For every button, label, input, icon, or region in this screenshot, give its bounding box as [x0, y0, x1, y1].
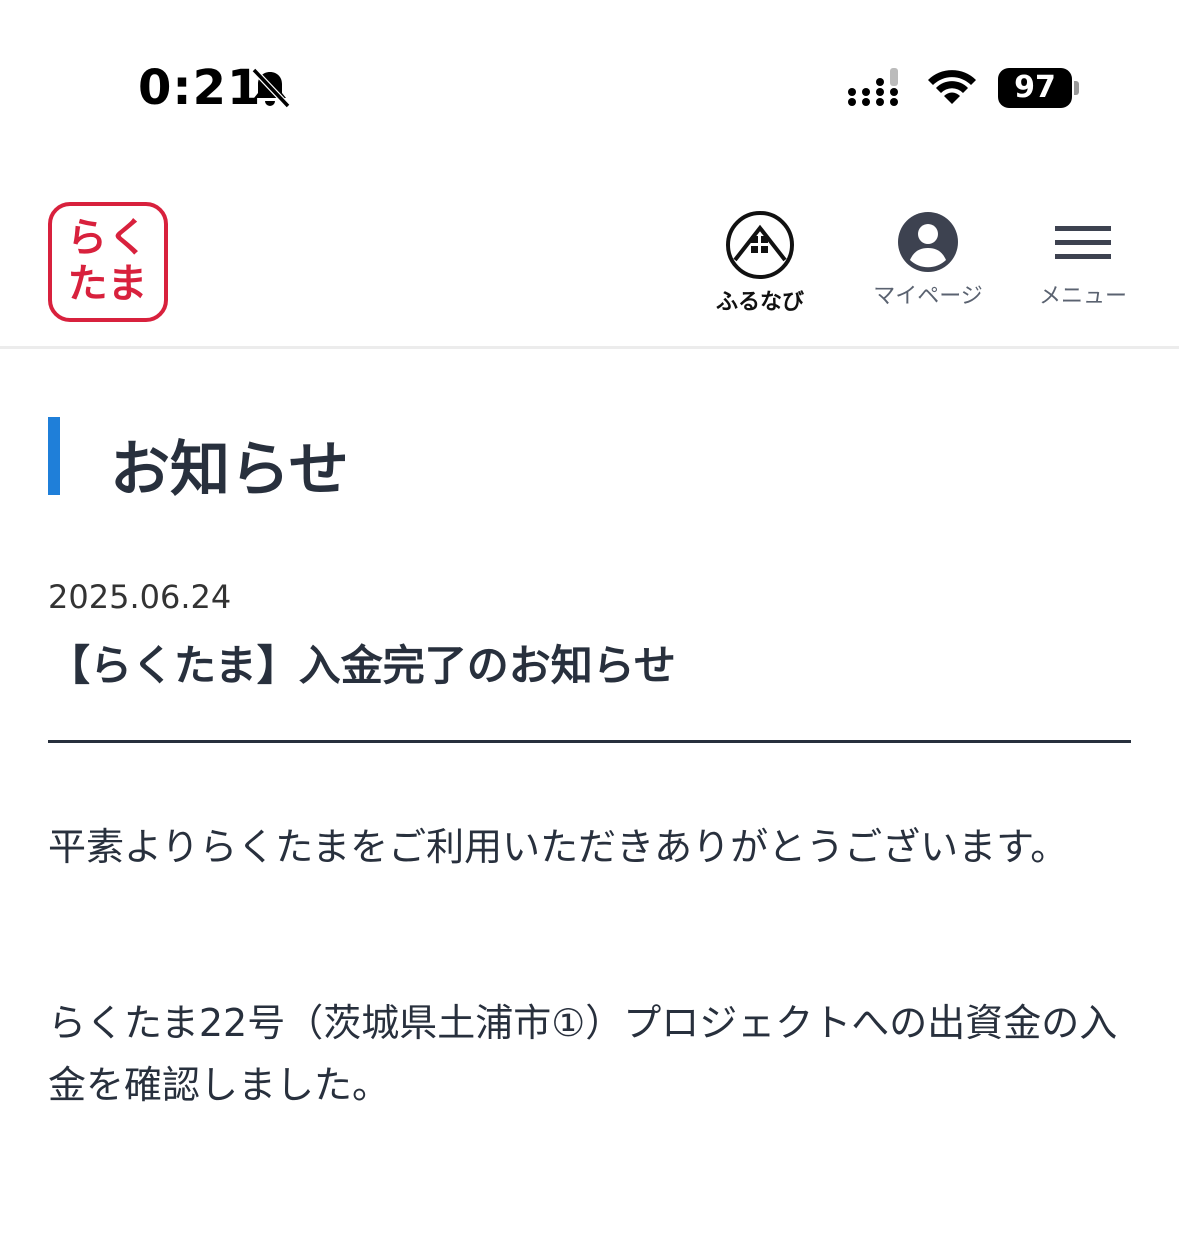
furunavi-label: ふるなび [715, 290, 804, 315]
mypage-link[interactable]: マイページ [858, 210, 998, 310]
bell-slash-icon [251, 67, 291, 109]
status-bar: 0:21 97 [0, 0, 1179, 170]
menu-label: メニュー [1038, 284, 1127, 309]
page-title: お知らせ [110, 435, 349, 505]
rakutama-logo[interactable]: らく たま [48, 202, 168, 322]
notice-date: 2025.06.24 [48, 578, 232, 616]
battery-cap [1074, 81, 1079, 95]
user-account-icon [898, 212, 958, 272]
notice-title: 【らくたま】入金完了のお知らせ [48, 641, 676, 690]
hamburger-menu-icon [1055, 226, 1111, 259]
heading-accent-bar [48, 417, 60, 495]
mypage-label: マイページ [873, 284, 983, 309]
logo-text-top: らく [67, 215, 149, 261]
notice-paragraph-1: 平素よりらくたまをご利用いただきありがとうございます。 [48, 825, 1069, 869]
logo-text-bottom: たま [67, 261, 149, 307]
notice-paragraph-2: らくたま22号（茨城県土浦市①）プロジェクトへの出資金の入金を確認しました。 [48, 1001, 1118, 1107]
furunavi-house-icon [726, 211, 794, 279]
menu-button[interactable]: メニュー [1028, 210, 1138, 310]
status-time: 0:21 [138, 60, 262, 116]
divider [48, 740, 1131, 743]
wifi-icon [928, 70, 976, 104]
battery-icon: 97 [998, 68, 1082, 108]
site-header: らく たま ふるなび マイページ メニュー [0, 170, 1179, 349]
battery-level: 97 [998, 68, 1072, 108]
cellular-signal-icon [848, 68, 898, 106]
furunavi-link[interactable]: ふるなび [700, 210, 820, 316]
